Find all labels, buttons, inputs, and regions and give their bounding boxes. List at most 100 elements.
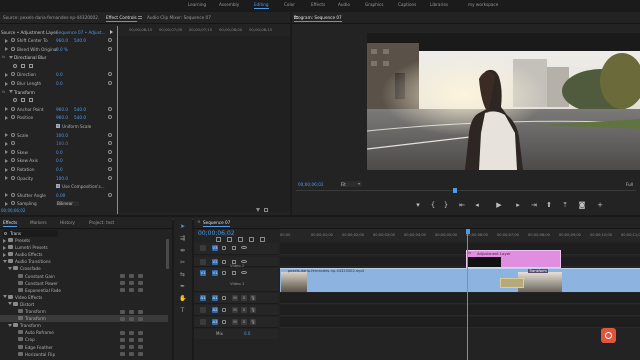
pen-mask-icon[interactable] (29, 63, 33, 68)
track-lane-v3[interactable] (280, 243, 640, 255)
reset-keyframe-icon[interactable] (108, 38, 112, 42)
stopwatch-icon[interactable] (11, 115, 15, 120)
reset-keyframe-icon[interactable] (108, 167, 112, 171)
track-select-icon[interactable]: ⇶ (179, 235, 186, 242)
tab-markers[interactable]: Markers (30, 220, 47, 225)
extract-icon[interactable]: ⤒ (561, 201, 569, 210)
sync-icon[interactable] (232, 246, 236, 250)
source-patch-v3[interactable] (200, 245, 206, 251)
fx-badge[interactable]: fx (2, 55, 5, 59)
workspace-tab-libraries[interactable]: Libraries (430, 2, 448, 7)
disclosure-triangle-icon[interactable] (3, 295, 7, 299)
source-patch-v2[interactable] (200, 259, 206, 265)
lock-icon[interactable] (222, 260, 226, 264)
property-value[interactable]: 540.0 (74, 38, 86, 43)
effect-property-row[interactable] (0, 63, 113, 70)
track-header-v1[interactable]: V1 V1 Video 1 (194, 268, 278, 292)
lock-icon[interactable] (222, 246, 226, 250)
reset-keyframe-icon[interactable] (108, 132, 112, 137)
source-patch-a2[interactable] (200, 307, 206, 313)
video-1-clip[interactable]: pexels-daria-fernandes-np-44320002.mp4 Tr… (280, 268, 640, 292)
lift-icon[interactable]: ⬆ (545, 201, 553, 209)
lock-icon[interactable] (222, 308, 226, 312)
fit-dropdown[interactable]: Fit (340, 181, 362, 187)
property-value[interactable]: 0.0 (56, 72, 63, 77)
disclosure-triangle-icon[interactable] (8, 323, 12, 327)
disclosure-triangle-icon[interactable] (5, 107, 8, 112)
track-header-a2[interactable]: A2 M S 🎙 (194, 305, 278, 316)
tree-effect[interactable]: Exponential Fade (0, 287, 168, 294)
mute-icon[interactable]: M (232, 295, 238, 301)
workspace-tab-my-workspace[interactable]: my workspace (468, 2, 498, 7)
razor-icon[interactable]: ✂ (179, 259, 186, 266)
mix-value[interactable]: 0.0 (244, 331, 250, 336)
mix-row[interactable]: Mix 0.0 (194, 329, 278, 339)
timeline-timecode[interactable]: 00;00;06;02 (198, 230, 235, 237)
track-target-a3[interactable]: A3 (212, 319, 218, 325)
clip-selector[interactable]: Source • Adjustment Layer (1, 30, 58, 35)
disclosure-triangle-icon[interactable] (3, 238, 6, 243)
reset-keyframe-icon[interactable] (108, 158, 112, 163)
hand-icon[interactable]: ✋ (179, 295, 186, 302)
lock-icon[interactable] (222, 296, 226, 300)
source-patch-v1[interactable]: V1 (200, 270, 206, 276)
effect-property-row[interactable]: Blur Length 0.0 (0, 80, 113, 87)
solo-icon[interactable]: S (241, 295, 247, 301)
marker-icon[interactable]: ▾ (414, 201, 422, 209)
in-point-icon[interactable]: { (429, 201, 437, 209)
timeline-playhead-line[interactable] (467, 229, 468, 360)
rect-mask-icon[interactable] (21, 63, 25, 68)
effect-property-row[interactable]: Anchor Point 960.0 540.0 (0, 106, 113, 113)
reset-keyframe-icon[interactable] (108, 141, 112, 146)
effect-property-row[interactable]: Shift Center To 960.0 540.0 (0, 37, 113, 44)
track-lane-v2[interactable] (280, 257, 640, 267)
voice-over-icon[interactable]: 🎙 (250, 307, 256, 313)
reset-keyframe-icon[interactable] (108, 81, 112, 85)
filter-icon[interactable] (256, 208, 260, 212)
tree-effect[interactable]: Constant Gain (0, 273, 168, 280)
reset-keyframe-icon[interactable] (108, 106, 112, 111)
stopwatch-icon[interactable] (11, 81, 15, 85)
disclosure-triangle-icon[interactable] (5, 141, 8, 146)
effect-property-row[interactable]: Shutter Angle 0.00 (0, 192, 113, 199)
property-value[interactable]: 0.00 (56, 193, 65, 198)
play-clip-icon[interactable] (110, 30, 113, 34)
record-icon[interactable] (601, 328, 616, 343)
disclosure-triangle-icon[interactable] (9, 55, 13, 59)
tree-effect[interactable]: Horizontal Flip (0, 351, 168, 358)
tree-effect[interactable]: Constant Power (0, 280, 168, 287)
ec-timecode[interactable]: 00;00;06;02 (1, 208, 25, 213)
property-value[interactable]: 100.0 (56, 176, 68, 181)
search-input[interactable]: Trans (3, 230, 58, 237)
menu-lines-icon[interactable] (138, 16, 142, 19)
disclosure-triangle-icon[interactable] (5, 47, 8, 52)
pen-mask-icon[interactable] (29, 98, 33, 103)
sampling-dropdown[interactable]: Bilinear (56, 201, 79, 207)
stopwatch-icon[interactable] (11, 192, 15, 197)
ellipse-mask-icon[interactable] (13, 63, 17, 68)
tree-folder[interactable]: Video Effects (0, 294, 168, 301)
reset-keyframe-icon[interactable] (108, 72, 112, 77)
workspace-tab-captions[interactable]: Captions (398, 2, 416, 7)
effect-property-row[interactable]: Rotation 0.0 (0, 166, 113, 173)
stopwatch-icon[interactable] (11, 132, 15, 137)
property-value[interactable]: 540.0 (74, 115, 86, 120)
source-patch-a3[interactable] (200, 319, 206, 325)
program-scrubber[interactable] (296, 190, 636, 191)
property-value[interactable]: 100.0 (56, 141, 68, 146)
eye-icon[interactable] (241, 246, 247, 249)
track-target-v2[interactable]: V2 (212, 259, 218, 265)
tab-audio-clip-mixer[interactable]: Audio Clip Mixer: Sequence 07 (147, 15, 211, 20)
tree-effect[interactable]: Edge Feather (0, 344, 168, 351)
disclosure-triangle-icon[interactable] (3, 259, 7, 263)
property-value[interactable]: 540.0 (74, 107, 86, 112)
mute-icon[interactable]: M (232, 307, 238, 313)
tab-sequence[interactable]: Sequence 07 (203, 220, 231, 227)
tab-history[interactable]: History (60, 220, 75, 225)
workspace-tab-assembly[interactable]: Assembly (219, 2, 239, 7)
lock-icon[interactable] (222, 271, 226, 275)
effect-property-row[interactable]: Sampling Bilinear (0, 200, 113, 207)
stopwatch-icon[interactable] (11, 149, 15, 154)
workspace-tab-color[interactable]: Color (284, 2, 295, 7)
track-lane-a1[interactable] (280, 293, 640, 304)
